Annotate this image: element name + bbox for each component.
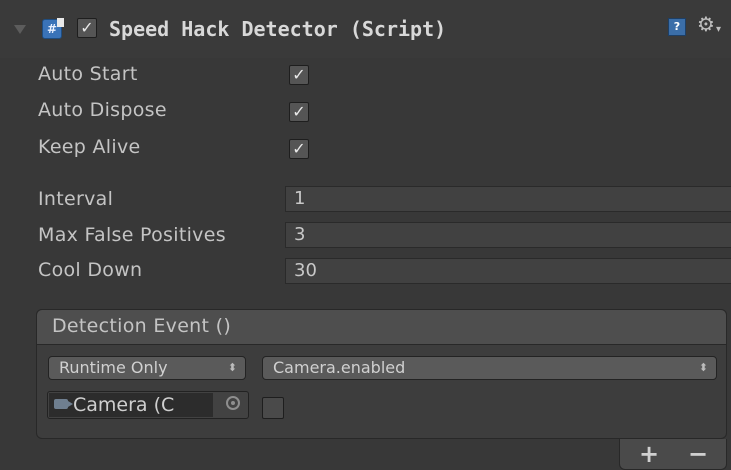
interval-label: Interval <box>38 188 114 210</box>
argument-checkbox[interactable] <box>262 397 284 419</box>
keep-alive-label: Keep Alive <box>38 136 141 158</box>
target-object-field[interactable]: Camera (C <box>47 391 249 419</box>
detection-event-title: Detection Event () <box>52 315 232 337</box>
auto-start-checkbox[interactable]: ✓ <box>289 65 309 85</box>
interval-field[interactable]: 1 <box>285 186 731 212</box>
cool-down-label: Cool Down <box>38 259 143 281</box>
max-false-positives-label: Max False Positives <box>38 224 226 246</box>
auto-dispose-checkbox[interactable]: ✓ <box>289 102 309 122</box>
max-false-positives-field[interactable]: 3 <box>285 222 731 248</box>
csharp-script-icon <box>42 18 64 39</box>
event-list-footer <box>619 439 727 470</box>
gear-dropdown-caret-icon: ▾ <box>716 24 722 35</box>
target-object-name: Camera (C <box>73 394 175 416</box>
dropdown-arrows-icon: ⬍ <box>698 361 708 374</box>
component-header: ✓ Speed Hack Detector (Script) ? ⚙ ▾ <box>0 0 731 58</box>
function-value: Camera.enabled <box>273 358 406 377</box>
foldout-arrow-icon[interactable] <box>14 25 26 34</box>
auto-dispose-label: Auto Dispose <box>38 99 167 121</box>
remove-listener-button[interactable]: − <box>688 440 708 468</box>
keep-alive-checkbox[interactable]: ✓ <box>289 139 309 159</box>
auto-start-label: Auto Start <box>38 63 138 85</box>
dropdown-arrows-icon: ⬍ <box>227 361 237 374</box>
component-enabled-checkbox[interactable]: ✓ <box>77 18 97 38</box>
gear-icon[interactable]: ⚙ <box>697 14 715 34</box>
runtime-mode-value: Runtime Only <box>59 358 168 377</box>
object-picker-icon[interactable] <box>226 396 240 410</box>
target-object-display: Camera (C <box>49 393 213 417</box>
function-dropdown[interactable]: Camera.enabled ⬍ <box>262 356 717 380</box>
component-title: Speed Hack Detector (Script) <box>109 17 447 41</box>
camera-icon <box>54 399 73 409</box>
script-page-corner <box>57 18 64 27</box>
runtime-mode-dropdown[interactable]: Runtime Only ⬍ <box>48 356 246 380</box>
add-listener-button[interactable]: + <box>639 440 659 468</box>
cool-down-field[interactable]: 30 <box>285 258 731 284</box>
help-book-icon[interactable]: ? <box>668 18 686 36</box>
